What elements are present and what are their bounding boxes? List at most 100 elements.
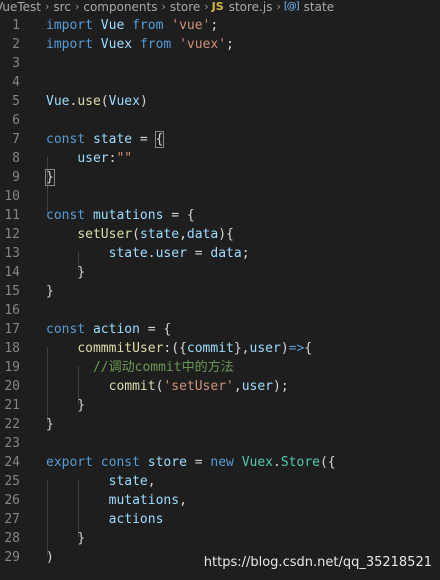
code-line[interactable]: 17 const action = { xyxy=(0,320,440,339)
code-text[interactable]: setUser(state,data){ xyxy=(46,225,234,244)
code-token: Vue xyxy=(100,18,125,33)
code-token: ({ xyxy=(319,455,336,470)
code-line[interactable]: 27 actions xyxy=(0,510,440,529)
code-text[interactable]: commmitUser:({commit},user)=>{ xyxy=(46,339,312,358)
breadcrumb-item-file[interactable]: store.js xyxy=(228,1,274,13)
code-token: ){ xyxy=(218,227,234,242)
code-token: state xyxy=(108,246,148,261)
code-line[interactable]: 23 xyxy=(0,434,440,453)
code-line[interactable]: 11 const mutations = { xyxy=(0,206,440,225)
code-line[interactable]: 10 xyxy=(0,187,440,206)
code-token: , xyxy=(147,474,156,489)
code-text[interactable]: } xyxy=(46,263,85,282)
code-token: state xyxy=(108,474,148,489)
code-line[interactable]: 12 setUser(state,data){ xyxy=(0,225,440,244)
code-text[interactable]: user:"" xyxy=(46,149,132,168)
code-text[interactable]: const mutations = { xyxy=(46,206,195,225)
line-number: 21 xyxy=(4,398,20,413)
code-line[interactable]: 24 export const store = new Vuex.Store({ xyxy=(0,453,440,472)
code-token: action xyxy=(92,322,140,337)
code-line[interactable]: 26 mutations, xyxy=(0,491,440,510)
line-number: 2 xyxy=(12,37,20,52)
breadcrumb-item-components[interactable]: components xyxy=(82,1,158,13)
line-number: 13 xyxy=(4,246,20,261)
code-line[interactable]: 8 user:"" xyxy=(0,149,440,168)
code-text[interactable]: import Vuex from 'vuex'; xyxy=(46,35,234,54)
code-text[interactable]: //调动commit中的方法 xyxy=(46,358,234,377)
code-text[interactable]: ) xyxy=(46,548,54,567)
code-editor[interactable]: 1 import Vue from 'vue'; 2 import Vuex from… xyxy=(0,14,440,580)
code-text[interactable]: const state = { xyxy=(46,130,165,149)
code-text[interactable]: state.user = data; xyxy=(46,244,250,263)
code-token: setUser xyxy=(77,227,133,242)
code-line[interactable]: 5 Vue.use(Vuex) xyxy=(0,92,440,111)
line-number: 27 xyxy=(4,512,20,527)
code-line[interactable]: 2 import Vuex from 'vuex'; xyxy=(0,35,440,54)
code-line[interactable]: 20 commit('setUser',user); xyxy=(0,377,440,396)
code-line[interactable]: 4 xyxy=(0,73,440,92)
code-line[interactable]: 28 } xyxy=(0,529,440,548)
code-line[interactable]: 6 xyxy=(0,111,440,130)
code-text[interactable]: } xyxy=(46,415,54,434)
code-line[interactable]: 25 state, xyxy=(0,472,440,491)
code-line[interactable]: 18 commmitUser:({commit},user)=>{ xyxy=(0,339,440,358)
line-number: 25 xyxy=(4,474,20,489)
line-number: 26 xyxy=(4,493,20,508)
chevron-right-icon: › xyxy=(74,0,80,13)
code-token: user xyxy=(77,151,109,166)
code-token: user xyxy=(155,246,187,261)
code-token: import xyxy=(46,18,93,33)
code-token: = xyxy=(186,455,211,470)
code-line[interactable]: 7 const state = { xyxy=(0,130,440,149)
breadcrumb-item-store-folder[interactable]: store xyxy=(169,1,201,13)
code-line[interactable]: 3 xyxy=(0,54,440,73)
code-line[interactable]: 14 } xyxy=(0,263,440,282)
breadcrumb-item-project[interactable]: VueTest xyxy=(0,1,42,13)
code-text[interactable]: } xyxy=(46,396,85,415)
code-text[interactable]: Vue.use(Vuex) xyxy=(46,92,148,111)
code-token: export xyxy=(46,455,93,470)
code-token: commit xyxy=(108,379,156,394)
code-line[interactable]: 21 } xyxy=(0,396,440,415)
code-line[interactable]: 19 //调动commit中的方法 xyxy=(0,358,440,377)
code-token: ( xyxy=(100,94,109,109)
line-number: 8 xyxy=(12,151,20,166)
code-line[interactable]: 22} xyxy=(0,415,440,434)
code-text[interactable]: actions xyxy=(46,510,164,529)
code-token: const xyxy=(46,322,86,337)
code-text[interactable]: export const store = new Vuex.Store({ xyxy=(46,453,336,472)
code-token: ; xyxy=(241,246,250,261)
code-token: ; xyxy=(210,18,219,33)
code-line[interactable]: 9} xyxy=(0,168,440,187)
code-line[interactable]: 16 xyxy=(0,301,440,320)
code-text[interactable]: } xyxy=(45,168,55,187)
code-text[interactable]: } xyxy=(46,529,85,548)
breadcrumb-item-symbol[interactable]: state xyxy=(303,1,335,13)
line-number: 9 xyxy=(12,170,20,185)
code-token: ) xyxy=(46,550,54,565)
code-token: mutations xyxy=(108,493,180,508)
code-token: "" xyxy=(116,151,133,166)
watermark-url: https://blog.csdn.net/qq_35218521 xyxy=(203,555,432,570)
code-text[interactable]: mutations, xyxy=(46,491,187,510)
code-token: user xyxy=(249,341,281,356)
code-line[interactable]: 15} xyxy=(0,282,440,301)
line-number: 14 xyxy=(4,265,20,280)
code-text[interactable]: commit('setUser',user); xyxy=(46,377,289,396)
chevron-right-icon: › xyxy=(276,0,281,13)
code-line[interactable]: 1 import Vue from 'vue'; xyxy=(0,16,440,35)
code-text[interactable]: import Vue from 'vue'; xyxy=(46,16,218,35)
code-text[interactable]: state, xyxy=(46,472,156,491)
code-text[interactable]: const action = { xyxy=(46,320,171,339)
code-text[interactable]: } xyxy=(46,282,54,301)
code-token: } xyxy=(46,265,86,280)
breadcrumb-item-src[interactable]: src xyxy=(52,1,72,13)
code-token: Vuex xyxy=(108,94,140,109)
code-line[interactable]: 13 state.user = data; xyxy=(0,244,440,263)
